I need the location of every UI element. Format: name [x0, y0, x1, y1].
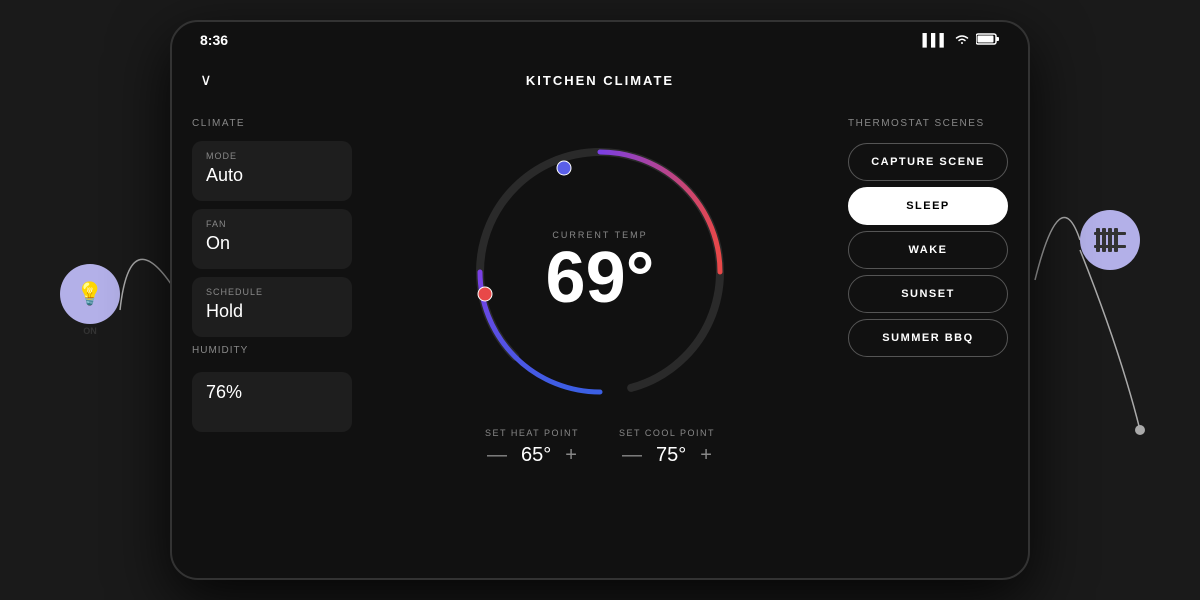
- left-panel: CLIMATE MODE Auto FAN On SCHEDULE Hold H…: [172, 102, 372, 578]
- heat-set-point: SET HEAT POINT — 65° +: [485, 428, 579, 467]
- center-panel: CURRENT TEMP 69° SET HEAT POINT — 65° +: [372, 102, 828, 578]
- thermostat-ring[interactable]: CURRENT TEMP 69°: [460, 132, 740, 412]
- schedule-value: Hold: [206, 301, 338, 322]
- wifi-icon: [954, 33, 970, 48]
- climate-label: CLIMATE: [192, 118, 352, 129]
- main-content: CLIMATE MODE Auto FAN On SCHEDULE Hold H…: [172, 102, 1028, 578]
- fan-card[interactable]: FAN On: [192, 209, 352, 269]
- cool-set-point: SET COOL POINT — 75° +: [619, 428, 715, 467]
- right-device-node[interactable]: [1080, 210, 1140, 270]
- header: ∨ KITCHEN CLIMATE: [172, 58, 1028, 102]
- scene-button-summer-bbq[interactable]: SUMMER BBQ: [848, 319, 1008, 357]
- scene-button-wake[interactable]: WAKE: [848, 231, 1008, 269]
- cool-decrease-button[interactable]: —: [622, 444, 642, 467]
- humidity-card: 76%: [192, 372, 352, 432]
- fan-label: FAN: [206, 219, 338, 229]
- mode-card[interactable]: MODE Auto: [192, 141, 352, 201]
- temp-display: CURRENT TEMP 69°: [546, 230, 655, 314]
- heat-value: 65°: [521, 444, 551, 467]
- heat-set-label: SET HEAT POINT: [485, 428, 579, 438]
- left-node-circle: 💡: [60, 264, 120, 324]
- signal-icon: ▌▌▌: [922, 33, 948, 47]
- schedule-label: SCHEDULE: [206, 287, 338, 297]
- header-title: KITCHEN CLIMATE: [526, 73, 674, 88]
- left-node-label: ON: [83, 326, 97, 336]
- cool-set-label: SET COOL POINT: [619, 428, 715, 438]
- mode-value: Auto: [206, 165, 338, 186]
- heat-increase-button[interactable]: +: [565, 444, 577, 467]
- scenes-container: CAPTURE SCENE SLEEP WAKE SUNSET SUMMER BBQ: [848, 143, 1008, 363]
- status-time: 8:36: [200, 32, 228, 48]
- schedule-card[interactable]: SCHEDULE Hold: [192, 277, 352, 337]
- header-chevron[interactable]: ∨: [200, 70, 212, 90]
- status-bar: 8:36 ▌▌▌: [172, 22, 1028, 58]
- radiator-icon: [1092, 222, 1128, 258]
- cool-increase-button[interactable]: +: [700, 444, 712, 467]
- scenes-label: THERMOSTAT SCENES: [848, 118, 1008, 129]
- bulb-icon: 💡: [76, 281, 103, 307]
- fan-value: On: [206, 233, 338, 254]
- tablet: 8:36 ▌▌▌: [170, 20, 1030, 580]
- left-device-node[interactable]: 💡 ON: [60, 264, 120, 336]
- battery-icon: [976, 33, 1000, 48]
- heat-controls: — 65° +: [487, 444, 577, 467]
- humidity-value: 76%: [206, 382, 338, 403]
- scene-button-sleep[interactable]: SLEEP: [848, 187, 1008, 225]
- mode-label: MODE: [206, 151, 338, 161]
- set-points: SET HEAT POINT — 65° + SET COOL POINT — …: [485, 428, 715, 467]
- scene-button-capture-scene[interactable]: CAPTURE SCENE: [848, 143, 1008, 181]
- scene-button-sunset[interactable]: SUNSET: [848, 275, 1008, 313]
- outer-container: 💡 ON 8:36 ▌▌▌: [0, 0, 1200, 600]
- current-temp-value: 69°: [546, 242, 655, 314]
- status-icons: ▌▌▌: [922, 33, 1000, 48]
- cool-value: 75°: [656, 444, 686, 467]
- heat-decrease-button[interactable]: —: [487, 444, 507, 467]
- right-node-circle: [1080, 210, 1140, 270]
- right-panel: THERMOSTAT SCENES CAPTURE SCENE SLEEP WAKE…: [828, 102, 1028, 578]
- humidity-section-label: HUMIDITY: [192, 345, 352, 356]
- cool-controls: — 75° +: [622, 444, 712, 467]
